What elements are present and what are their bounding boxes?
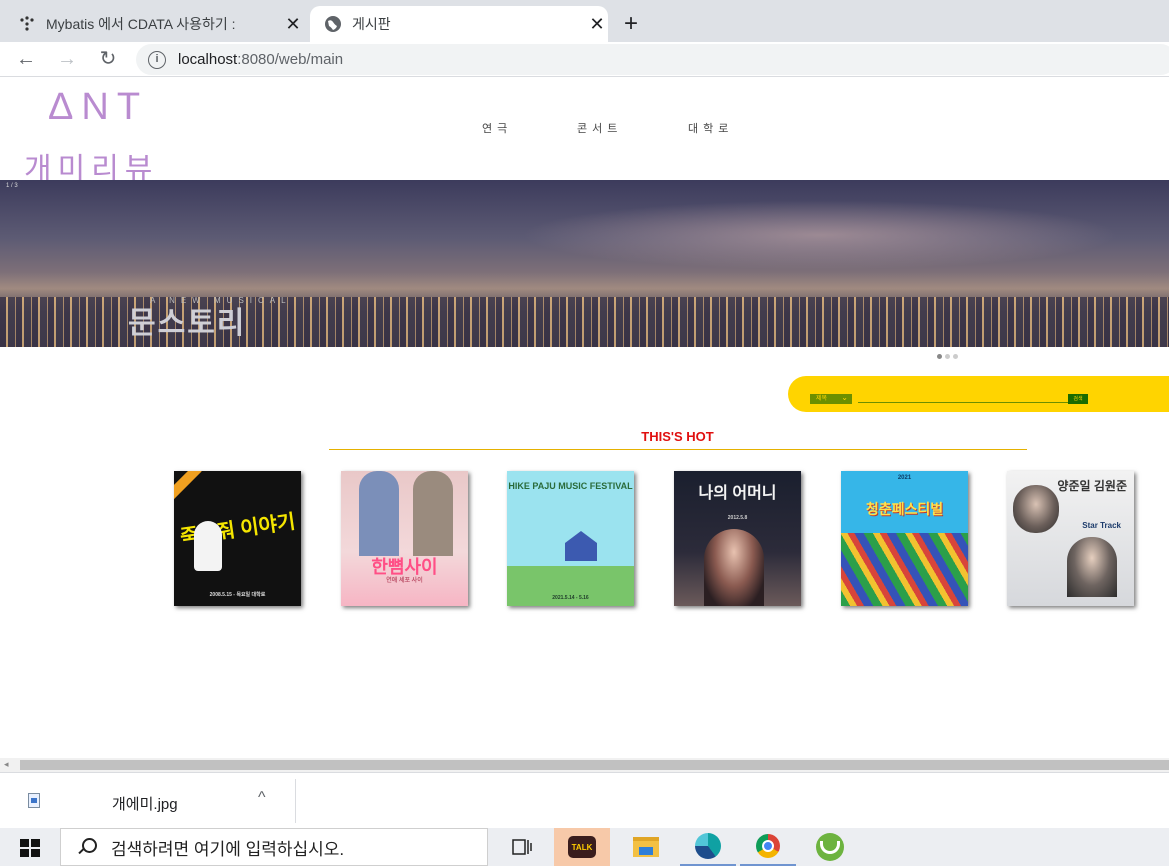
- download-item[interactable]: 개에미.jpg ^: [0, 779, 296, 823]
- address-bar[interactable]: i localhost:8080/web/main: [136, 44, 1169, 75]
- hot-section-divider: [329, 449, 1027, 450]
- image-file-icon: [28, 793, 40, 808]
- new-tab-button[interactable]: +: [624, 10, 638, 38]
- windows-start-icon[interactable]: [20, 839, 40, 857]
- browser-tab-strip: Mybatis 에서 CDATA 사용하기 : ✕ 게시판 ✕ +: [0, 0, 1169, 42]
- url-host: localhost: [178, 51, 238, 68]
- poster-card[interactable]: 나의 어머니 2012.5.8: [674, 471, 801, 606]
- site-logo[interactable]: ΔNT: [48, 86, 148, 129]
- carousel-dot[interactable]: [945, 354, 950, 359]
- tab-title: Mybatis 에서 CDATA 사용하기 :: [46, 16, 236, 32]
- globe-icon: [324, 15, 342, 33]
- poster-card[interactable]: HIKE PAJU MUSIC FESTIVAL 2021.5.14 - 5.1…: [507, 471, 634, 606]
- poster-caption: 연애 세포 사이: [386, 578, 423, 584]
- poster-ribbon: [174, 471, 202, 500]
- spring-tool-suite-icon[interactable]: [802, 828, 858, 866]
- hot-section-title: THIS'S HOT: [641, 429, 714, 444]
- poster-figure: [359, 471, 399, 556]
- reload-button[interactable]: ↻: [96, 47, 120, 71]
- banner-title: 문스토리: [128, 307, 247, 340]
- poster-portrait: [1067, 537, 1117, 597]
- poster-title: 청춘페스티벌: [865, 501, 944, 517]
- poster-house: [565, 531, 597, 561]
- taskbar-search-placeholder: 검색하려면 여기에 입력하십시오.: [111, 839, 345, 859]
- search-input[interactable]: [858, 402, 1068, 403]
- hero-banner[interactable]: 1 / 3 A NEW MUSICAL 문스토리: [0, 180, 1169, 347]
- mybatis-dots-icon: [18, 15, 36, 33]
- scroll-left-arrow-icon[interactable]: ◂: [4, 759, 9, 770]
- chevron-down-icon: ⌄: [841, 393, 848, 402]
- nav-daehakro[interactable]: 대학로: [688, 120, 733, 136]
- file-explorer-icon[interactable]: [618, 828, 674, 866]
- info-icon[interactable]: i: [148, 50, 166, 69]
- poster-title: 나의 어머니: [698, 485, 777, 502]
- edge-browser-icon[interactable]: [680, 828, 736, 866]
- close-icon[interactable]: ✕: [586, 14, 608, 35]
- tab-board[interactable]: 게시판 ✕: [310, 6, 608, 42]
- nav-theater[interactable]: 연극: [482, 120, 512, 136]
- windows-taskbar: 검색하려면 여기에 입력하십시오. TALK: [0, 828, 1169, 866]
- search-type-label: 제목: [816, 396, 828, 402]
- poster-caption: 2021: [897, 475, 912, 481]
- carousel-dots: [937, 354, 958, 359]
- poster-caption: 2008.5.15 - 목요일 대학로: [209, 592, 266, 598]
- scrollbar-thumb[interactable]: [20, 760, 1169, 770]
- back-button[interactable]: ←: [14, 47, 38, 71]
- tab-title: 게시판: [352, 16, 391, 32]
- taskbar-search-input[interactable]: 검색하려면 여기에 입력하십시오.: [60, 828, 488, 866]
- banner-cloud: [520, 200, 1120, 270]
- download-bar: 개에미.jpg ^: [0, 772, 1169, 828]
- chrome-browser-icon[interactable]: [740, 828, 796, 866]
- nav-concert[interactable]: 콘서트: [577, 120, 622, 136]
- carousel-dot[interactable]: [937, 354, 942, 359]
- horizontal-scrollbar[interactable]: ◂: [0, 758, 1169, 772]
- poster-caption: Star Track: [1082, 521, 1121, 530]
- close-icon[interactable]: ✕: [282, 14, 304, 35]
- browser-toolbar: ← → ↻ i localhost:8080/web/main: [0, 42, 1169, 77]
- poster-card[interactable]: 죽여줘 이야기 2008.5.15 - 목요일 대학로: [174, 471, 301, 606]
- poster-crowd: [841, 533, 968, 606]
- url-path: :8080/web/main: [237, 51, 344, 68]
- carousel-dot[interactable]: [953, 354, 958, 359]
- search-icon: [77, 837, 97, 857]
- poster-card[interactable]: 한뼘사이 연애 세포 사이: [341, 471, 468, 606]
- task-view-icon[interactable]: [494, 828, 550, 866]
- search-bar: 제목 ⌄ 검색: [788, 376, 1169, 412]
- chevron-up-icon[interactable]: ^: [258, 789, 266, 807]
- kakaotalk-label: TALK: [568, 836, 596, 858]
- poster-card[interactable]: 양준일 김원준 Star Track: [1007, 471, 1134, 606]
- kakaotalk-icon[interactable]: TALK: [554, 828, 610, 866]
- forward-button[interactable]: →: [55, 47, 79, 71]
- poster-caption: 2012.5.8: [727, 515, 748, 521]
- download-filename: 개에미.jpg: [112, 796, 178, 813]
- search-button[interactable]: 검색: [1068, 394, 1088, 404]
- search-type-select[interactable]: 제목 ⌄: [810, 393, 852, 404]
- tab-mybatis[interactable]: Mybatis 에서 CDATA 사용하기 : ✕: [18, 6, 304, 42]
- poster-caption: 2021.5.14 - 5.16: [552, 595, 589, 601]
- poster-title: HIKE PAJU MUSIC FESTIVAL: [508, 481, 633, 491]
- poster-figure: [194, 521, 222, 571]
- slide-counter: 1 / 3: [6, 183, 18, 189]
- poster-figure: [413, 471, 453, 556]
- poster-card[interactable]: 청춘페스티벌 2021: [841, 471, 968, 606]
- poster-portrait: [704, 529, 764, 606]
- web-page: ΔNT 개미리뷰 연극 콘서트 대학로 1 / 3 A NEW MUSICAL …: [0, 78, 1169, 758]
